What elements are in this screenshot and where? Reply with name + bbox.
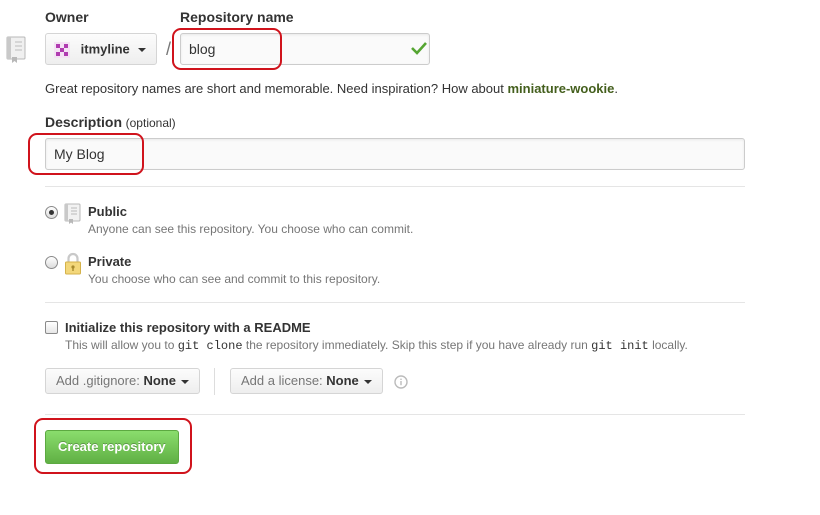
suggested-name-link[interactable]: miniature-wookie — [507, 81, 614, 96]
license-value: None — [326, 373, 359, 388]
readme-label[interactable]: Initialize this repository with a README — [65, 320, 311, 335]
annotation-outline — [28, 133, 144, 175]
repo-book-icon — [6, 36, 26, 63]
readme-hint-text: This will allow you to — [65, 338, 178, 352]
readme-hint: This will allow you to git clone the rep… — [65, 338, 688, 353]
owner-repo-separator: / — [166, 39, 172, 59]
info-icon[interactable] — [394, 375, 408, 389]
owner-name: itmyline — [80, 41, 130, 57]
chevron-down-icon — [363, 379, 372, 384]
gitignore-dropdown[interactable]: Add .gitignore: None — [45, 368, 200, 394]
public-hint: Anyone can see this repository. You choo… — [88, 222, 414, 236]
dropdown-separator — [214, 368, 215, 395]
readme-hint-code: git init — [591, 339, 649, 353]
public-label[interactable]: Public — [88, 204, 127, 219]
description-input[interactable]: My Blog — [45, 138, 745, 170]
readme-hint-text: locally. — [648, 338, 688, 352]
chevron-down-icon — [180, 379, 189, 384]
public-radio[interactable] — [45, 206, 58, 219]
suggestion-text: Great repository names are short and mem… — [45, 81, 508, 96]
repo-name-suggestion: Great repository names are short and mem… — [45, 81, 618, 96]
gitignore-prefix: Add .gitignore: — [56, 373, 144, 388]
owner-avatar — [54, 41, 70, 58]
repo-name-label: Repository name — [180, 9, 294, 25]
check-icon — [411, 42, 427, 55]
divider — [45, 186, 745, 187]
license-prefix: Add a license: — [241, 373, 327, 388]
description-label-row: Description (optional) — [45, 114, 176, 130]
suggestion-end: . — [614, 81, 619, 96]
description-label: Description — [45, 114, 123, 130]
private-label[interactable]: Private — [88, 254, 131, 269]
annotation-outline — [172, 28, 282, 70]
divider — [45, 302, 745, 303]
readme-checkbox[interactable] — [45, 321, 58, 334]
readme-hint-code: git clone — [177, 339, 243, 353]
owner-label: Owner — [45, 9, 89, 25]
chevron-down-icon — [138, 47, 147, 52]
private-hint: You choose who can see and commit to thi… — [88, 272, 381, 286]
license-dropdown[interactable]: Add a license: None — [230, 368, 383, 394]
lock-icon — [65, 252, 81, 275]
description-optional: (optional) — [125, 116, 176, 130]
private-radio[interactable] — [45, 256, 58, 269]
readme-hint-text: the repository immediately. Skip this st… — [242, 338, 592, 352]
owner-dropdown[interactable]: itmyline — [45, 33, 158, 65]
repo-icon — [64, 203, 81, 224]
annotation-outline — [34, 418, 192, 474]
gitignore-value: None — [143, 373, 176, 388]
divider — [45, 414, 745, 415]
